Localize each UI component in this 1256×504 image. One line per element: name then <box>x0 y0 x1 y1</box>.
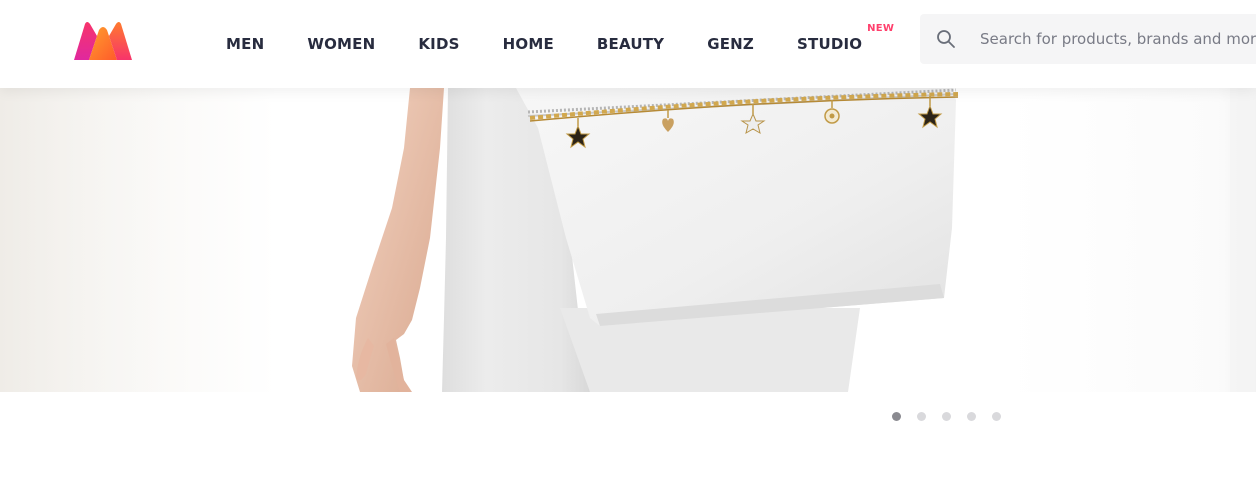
main-nav: MEN WOMEN KIDS HOME BEAUTY GENZ STUDIO N… <box>226 0 894 88</box>
search-icon[interactable] <box>936 29 956 49</box>
nav-item-kids[interactable]: KIDS <box>418 35 459 53</box>
carousel-dot-4[interactable] <box>967 412 976 421</box>
carousel-dot-2[interactable] <box>917 412 926 421</box>
nav-item-label: HOME <box>502 35 554 53</box>
nav-item-label: WOMEN <box>307 35 376 53</box>
carousel-dot-1[interactable] <box>892 412 901 421</box>
nav-item-label: STUDIO <box>797 35 863 53</box>
new-badge: NEW <box>867 23 895 34</box>
nav-item-label: MEN <box>226 35 265 53</box>
nav-item-label: KIDS <box>418 35 460 53</box>
nav-item-label: BEAUTY <box>596 35 665 53</box>
nav-item-home[interactable]: HOME <box>503 35 554 53</box>
search-box[interactable] <box>920 14 1256 64</box>
nav-item-studio[interactable]: STUDIO NEW <box>797 23 894 53</box>
myntra-logo-icon[interactable] <box>72 20 134 62</box>
top-header: MEN WOMEN KIDS HOME BEAUTY GENZ STUDIO N… <box>0 0 1256 88</box>
nav-item-genz[interactable]: GENZ <box>707 35 754 53</box>
nav-item-label: GENZ <box>707 35 755 53</box>
hero-banner-image[interactable] <box>0 88 1256 392</box>
nav-item-beauty[interactable]: BEAUTY <box>597 35 664 53</box>
nav-item-women[interactable]: WOMEN <box>307 35 375 53</box>
carousel-dot-3[interactable] <box>942 412 951 421</box>
search-input[interactable] <box>980 14 1256 64</box>
carousel-pagination <box>892 412 1001 421</box>
nav-item-men[interactable]: MEN <box>226 35 264 53</box>
carousel-dot-5[interactable] <box>992 412 1001 421</box>
handbag-model-illustration <box>0 88 1256 392</box>
